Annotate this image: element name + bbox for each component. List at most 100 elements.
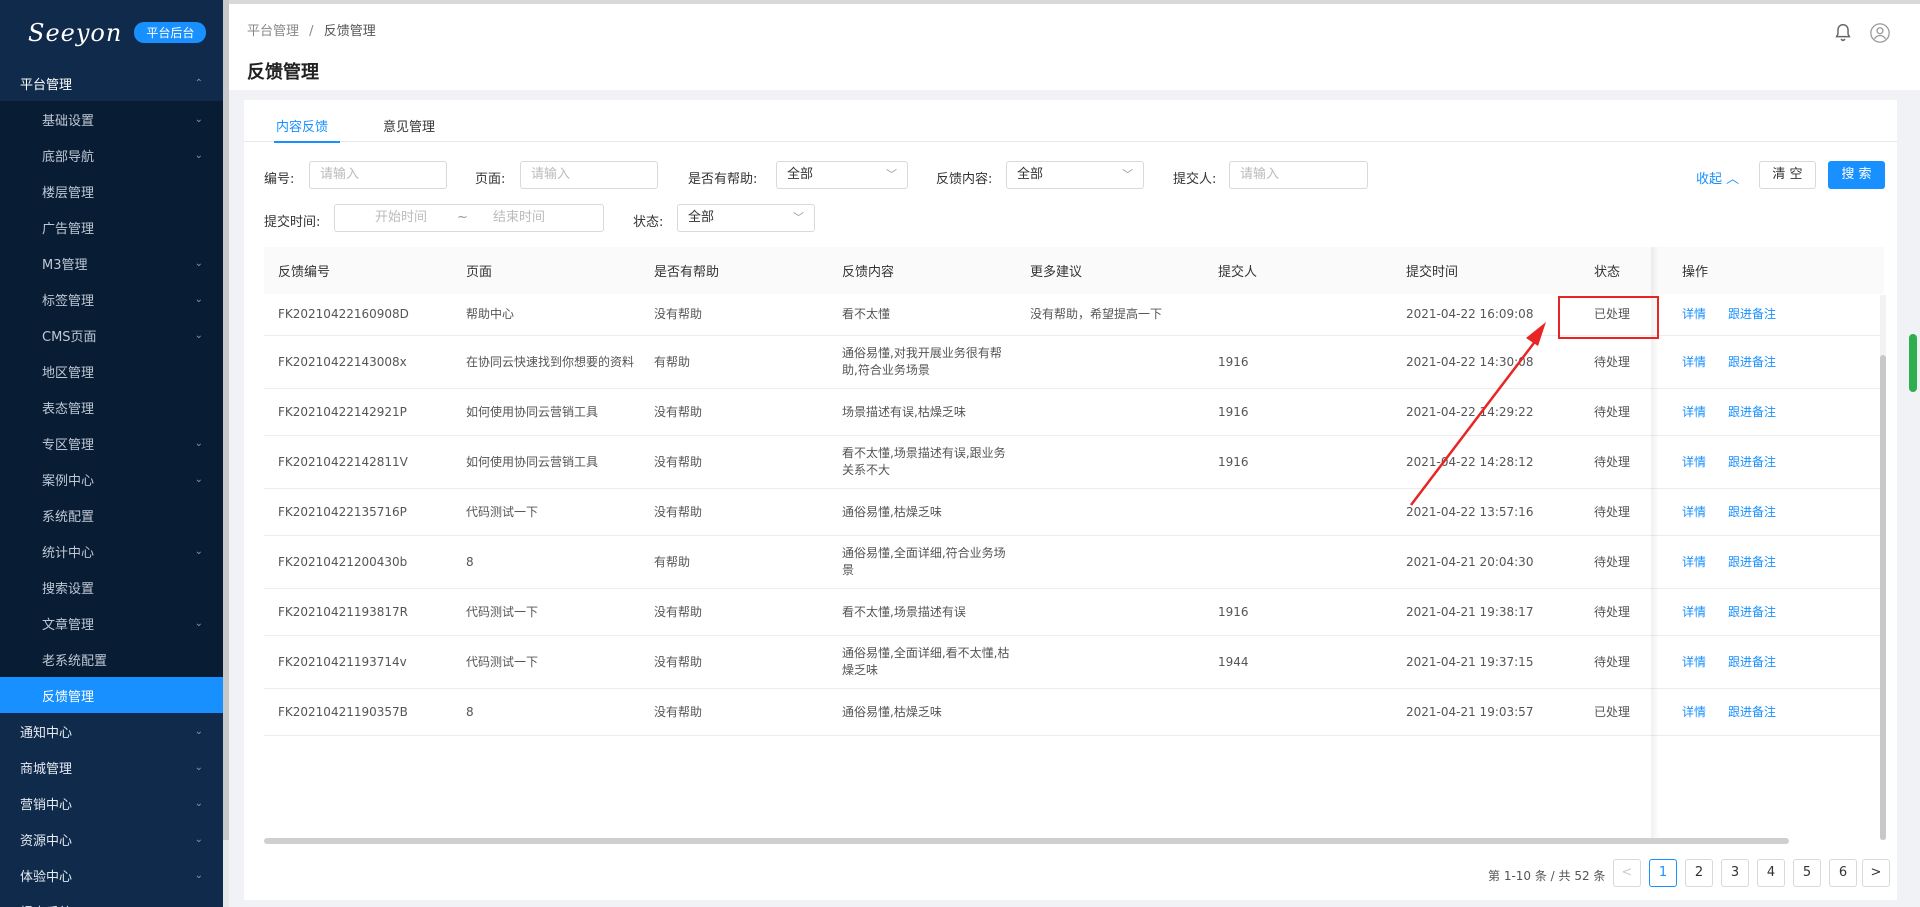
sidebar-item[interactable]: 地区管理 (0, 353, 223, 389)
followup-note-link[interactable]: 跟进备注 (1728, 355, 1776, 369)
sidebar-item[interactable]: 广告管理 (0, 209, 223, 245)
followup-note-link[interactable]: 跟进备注 (1728, 505, 1776, 519)
cell-submitter: 1916 (1218, 454, 1249, 469)
status-select[interactable]: 全部 ﹀ (677, 204, 815, 232)
pagination-page[interactable]: 2 (1685, 859, 1713, 887)
nav-group[interactable]: 体验中心 ⌄ (0, 857, 223, 893)
sidebar-item[interactable]: 基础设置 ⌄ (0, 101, 223, 137)
time-end[interactable]: 结束时间 (493, 205, 545, 231)
cell-time: 2021-04-22 14:29:22 (1406, 404, 1534, 419)
content-select[interactable]: 全部 ﹀ (1006, 161, 1144, 189)
avatar-icon[interactable] (1869, 22, 1891, 44)
sidebar-item[interactable]: 表态管理 (0, 389, 223, 425)
detail-link[interactable]: 详情 (1682, 455, 1706, 469)
nav-group[interactable]: 资源中心 ⌄ (0, 821, 223, 857)
tab-opinion-management[interactable]: 意见管理 (383, 116, 435, 135)
sidebar-item-label: 案例中心 (42, 473, 95, 489)
nav-group[interactable]: 商城管理 ⌄ (0, 749, 223, 785)
nav-group[interactable]: 通知中心 ⌄ (0, 713, 223, 749)
cell-content: 看不太懂,场景描述有误 (842, 604, 966, 619)
breadcrumb-item[interactable]: 平台管理 (247, 24, 299, 39)
chevron-down-icon: ⌄ (194, 149, 203, 161)
annotation-highlight-box (1558, 296, 1659, 339)
sidebar-item-label: 系统配置 (42, 509, 95, 525)
sidebar-item-label: 标签管理 (42, 293, 95, 309)
nav-group-label: 资源中心 (20, 833, 73, 849)
followup-note-link[interactable]: 跟进备注 (1728, 405, 1776, 419)
sidebar-item[interactable]: 反馈管理 (0, 677, 223, 713)
detail-link[interactable]: 详情 (1682, 655, 1706, 669)
search-button[interactable]: 搜 索 (1828, 161, 1885, 189)
chevron-down-icon: ﹀ (793, 211, 804, 224)
detail-link[interactable]: 详情 (1682, 405, 1706, 419)
clear-button[interactable]: 清 空 (1759, 161, 1816, 189)
followup-note-link[interactable]: 跟进备注 (1728, 555, 1776, 569)
sidebar-item[interactable]: M3管理 ⌄ (0, 245, 223, 281)
table-body: FK20210422160908D 帮助中心 没有帮助 看不太懂 没有帮助，希望提高一下… (264, 294, 1884, 736)
sidebar-item[interactable]: 标签管理 ⌄ (0, 281, 223, 317)
chevron-down-icon: ﹀ (1122, 168, 1133, 181)
page-scrollbar[interactable] (1909, 334, 1917, 392)
sidebar-scroll-thumb[interactable] (223, 0, 229, 840)
pagination-page[interactable]: 1 (1649, 859, 1677, 887)
bell-icon[interactable] (1832, 22, 1854, 44)
id-input[interactable]: 请输入 (309, 161, 447, 189)
table-row: FK20210421193817R 代码测试一下 没有帮助 看不太懂,场景描述有误 19… (264, 589, 1884, 636)
cell-id: FK20210422142811V (278, 454, 408, 469)
sidebar-item-label: 表态管理 (42, 401, 95, 417)
sidebar-item-label: 统计中心 (42, 545, 95, 561)
cell-page: 代码测试一下 (466, 654, 539, 669)
detail-link[interactable]: 详情 (1682, 705, 1706, 719)
sidebar-item[interactable]: 专区管理 ⌄ (0, 425, 223, 461)
table-vertical-scrollbar[interactable] (1880, 355, 1886, 840)
sidebar-item-label: 反馈管理 (42, 689, 95, 705)
breadcrumb: 平台管理 / 反馈管理 (247, 20, 376, 39)
followup-note-link[interactable]: 跟进备注 (1728, 307, 1776, 321)
sidebar-item[interactable]: 楼层管理 (0, 173, 223, 209)
pagination-page[interactable]: 5 (1793, 859, 1821, 887)
sidebar-item[interactable]: 系统配置 (0, 497, 223, 533)
followup-note-link[interactable]: 跟进备注 (1728, 605, 1776, 619)
nav-group-platform[interactable]: 平台管理 ⌃ (0, 65, 223, 101)
followup-note-link[interactable]: 跟进备注 (1728, 655, 1776, 669)
detail-link[interactable]: 详情 (1682, 307, 1706, 321)
chevron-down-icon: ⌄ (194, 473, 203, 485)
collapse-link[interactable]: 收起 ︿ (1696, 168, 1739, 187)
time-start[interactable]: 开始时间 (375, 205, 427, 231)
pagination-next[interactable]: > (1862, 859, 1890, 887)
nav-group-label: 体验中心 (20, 869, 73, 885)
sidebar-item[interactable]: 统计中心 ⌄ (0, 533, 223, 569)
page-input[interactable]: 请输入 (520, 161, 658, 189)
sidebar-item[interactable]: 搜索设置 (0, 569, 223, 605)
nav-group[interactable]: 营销中心 ⌄ (0, 785, 223, 821)
sidebar-item-label: 老系统配置 (42, 653, 108, 669)
sidebar-item[interactable]: CMS页面 ⌄ (0, 317, 223, 353)
sidebar-item[interactable]: 底部导航 ⌄ (0, 137, 223, 173)
sidebar-item[interactable]: 老系统配置 (0, 641, 223, 677)
pagination-page[interactable]: 3 (1721, 859, 1749, 887)
sidebar-item-label: CMS页面 (42, 329, 97, 345)
cell-id: FK20210421193714v (278, 654, 407, 669)
detail-link[interactable]: 详情 (1682, 355, 1706, 369)
helpful-select[interactable]: 全部 ﹀ (776, 161, 908, 189)
table-horizontal-scrollbar[interactable] (264, 838, 1789, 844)
submitter-input[interactable]: 请输入 (1229, 161, 1368, 189)
pagination-page[interactable]: 6 (1829, 859, 1857, 887)
cell-submitter: 1916 (1218, 604, 1249, 619)
page-label: 页面: (475, 172, 506, 187)
pagination-prev[interactable]: < (1613, 859, 1641, 887)
detail-link[interactable]: 详情 (1682, 605, 1706, 619)
sidebar-item-label: 楼层管理 (42, 185, 95, 201)
followup-note-link[interactable]: 跟进备注 (1728, 455, 1776, 469)
sidebar-item[interactable]: 案例中心 ⌄ (0, 461, 223, 497)
detail-link[interactable]: 详情 (1682, 555, 1706, 569)
time-range-picker[interactable]: 开始时间 ~ 结束时间 (334, 204, 604, 232)
column-header: 反馈内容 (842, 265, 895, 280)
followup-note-link[interactable]: 跟进备注 (1728, 705, 1776, 719)
detail-link[interactable]: 详情 (1682, 505, 1706, 519)
sidebar-item[interactable]: 文章管理 ⌄ (0, 605, 223, 641)
tab-content-feedback[interactable]: 内容反馈 (276, 116, 328, 135)
nav-group-label: 平台管理 (20, 77, 73, 93)
nav-group[interactable]: 报表系统⌄ (0, 893, 223, 907)
pagination-page[interactable]: 4 (1757, 859, 1785, 887)
